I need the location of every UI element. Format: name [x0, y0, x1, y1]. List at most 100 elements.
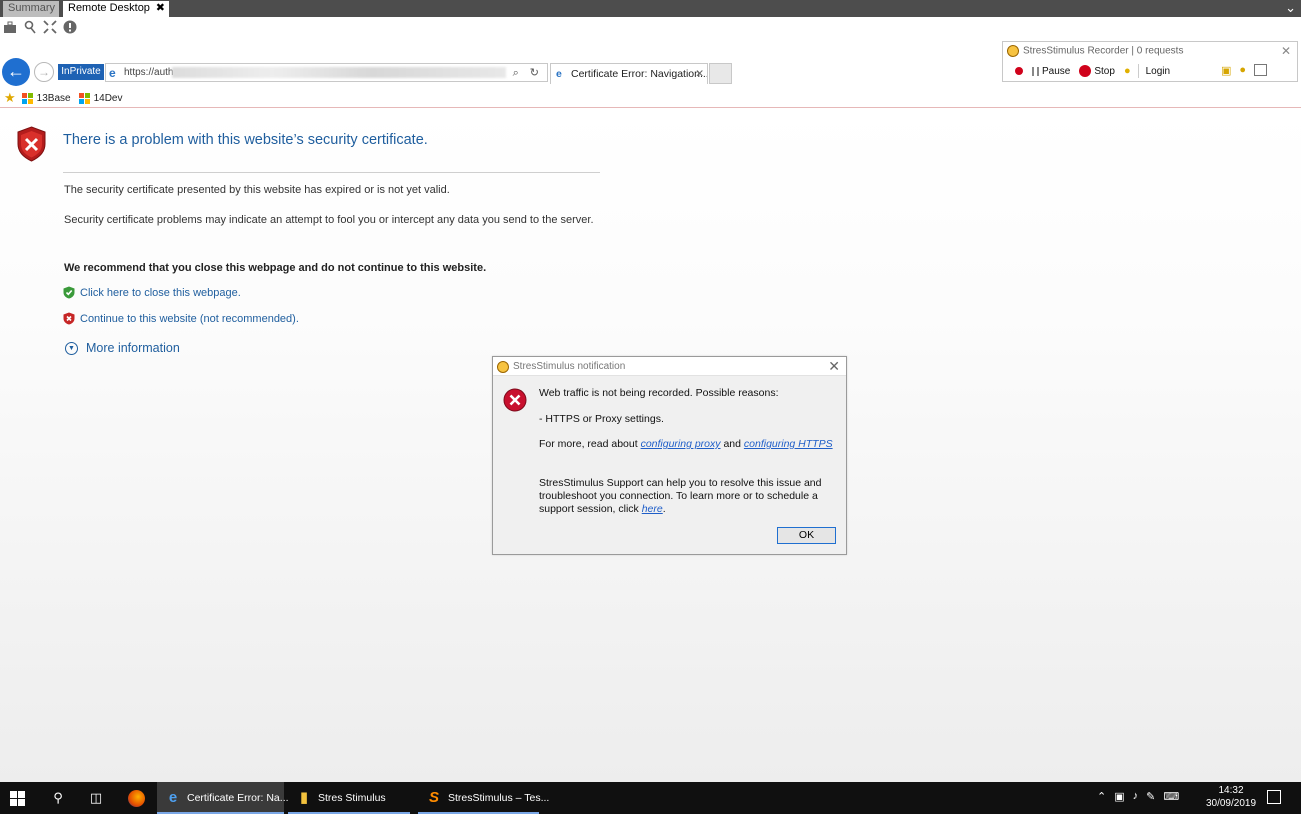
- favorite-14dev[interactable]: 14Dev: [78, 92, 123, 104]
- shield-error-icon: [63, 312, 75, 325]
- clock-date: 30/09/2019: [1205, 798, 1257, 809]
- chevron-down-icon: ▼: [65, 341, 78, 355]
- windows-logo-icon: [78, 92, 90, 104]
- tab-remote-desktop-label: Remote Desktop: [68, 2, 150, 14]
- error-icon: [503, 388, 527, 412]
- toolbar-divider: [1137, 64, 1139, 78]
- login-button[interactable]: Login: [1146, 66, 1170, 77]
- firefox-icon[interactable]: [128, 790, 145, 807]
- close-icon[interactable]: ✕: [828, 358, 840, 375]
- address-bar[interactable]: e https://auth ⌕ ↻: [105, 63, 548, 82]
- forward-button[interactable]: →: [34, 62, 54, 82]
- more-information-toggle[interactable]: ▼ More information: [65, 341, 180, 355]
- favorite-label: 13Base: [36, 92, 71, 104]
- close-icon[interactable]: ✕: [1281, 44, 1291, 58]
- close-tab-icon[interactable]: ✖: [156, 1, 165, 16]
- keyboard-icon[interactable]: ⌨: [1163, 790, 1179, 803]
- windows-start-icon[interactable]: [10, 791, 25, 806]
- chevron-up-icon[interactable]: ⌃: [1097, 790, 1106, 803]
- favorite-label: 14Dev: [93, 92, 123, 104]
- close-webpage-link-text: Click here to close this webpage.: [80, 286, 241, 299]
- browser-tab-title: Certificate Error: Navigation...: [571, 68, 708, 80]
- error-description: The security certificate presented by th…: [64, 184, 450, 196]
- taskbar-app-folder[interactable]: ▮ Stres Stimulus: [288, 782, 410, 814]
- ok-button[interactable]: OK: [777, 527, 836, 544]
- clock[interactable]: 14:32 30/09/2019: [1204, 784, 1258, 810]
- recorder-title-text: StresStimulus Recorder | 0 requests: [1023, 45, 1184, 57]
- task-view-icon[interactable]: ◫: [88, 790, 104, 806]
- pen-icon[interactable]: ✎: [1146, 790, 1155, 803]
- stresstimulus-icon: S: [428, 789, 439, 806]
- new-tab-button[interactable]: [709, 63, 732, 84]
- search-icon[interactable]: ⚲: [50, 790, 66, 806]
- address-url-redacted: [172, 67, 506, 78]
- recorder-title: StresStimulus Recorder | 0 requests: [1007, 45, 1183, 57]
- remote-desktop-tab-strip: Summary Remote Desktop ✖ ⌄: [0, 0, 1301, 17]
- log-icon[interactable]: [1254, 64, 1268, 76]
- taskbar-app-label: Stres Stimulus: [318, 792, 386, 804]
- dialog-reason: - HTTPS or Proxy settings.: [539, 413, 664, 425]
- dialog-titlebar[interactable]: StresStimulus notification ✕: [493, 357, 846, 376]
- toolbox-icon[interactable]: [3, 20, 17, 34]
- taskbar-app-ie[interactable]: e Certificate Error: Na...: [157, 782, 289, 814]
- dialog-text: .: [662, 503, 666, 515]
- remote-desktop-toolbar: [3, 20, 77, 36]
- back-button[interactable]: ←: [2, 58, 30, 86]
- tab-remote-desktop[interactable]: Remote Desktop ✖: [63, 1, 169, 17]
- stop-icon: [1079, 65, 1092, 77]
- dialog-text: StresStimulus Support can help you to re…: [539, 477, 822, 515]
- taskbar: ⚲ ◫ e Certificate Error: Na... ▮ Stres S…: [0, 782, 1301, 814]
- inprivate-badge: InPrivate: [58, 64, 104, 80]
- browser-tab[interactable]: e Certificate Error: Navigation... ✕: [550, 63, 708, 84]
- ie-icon: e: [168, 789, 178, 806]
- tab-summary[interactable]: Summary: [3, 1, 59, 17]
- folder-icon: ▮: [299, 789, 309, 806]
- dialog-message: Web traffic is not being recorded. Possi…: [539, 387, 779, 399]
- close-tab-icon[interactable]: ✕: [695, 64, 704, 84]
- ie-icon: e: [556, 68, 562, 80]
- volume-muted-icon[interactable]: ♪: [1133, 790, 1139, 803]
- recorder-controls: Pause Stop ● Login: [1007, 64, 1170, 78]
- dialog-text: For more, read about: [539, 438, 641, 450]
- dialog-support: StresStimulus Support can help you to re…: [539, 477, 834, 516]
- shield-error-icon: [17, 126, 46, 162]
- network-icon[interactable]: ▣: [1114, 790, 1124, 803]
- info-icon[interactable]: [63, 20, 77, 34]
- recorder-extra-tools: ▣ ●: [1221, 64, 1268, 77]
- record-icon[interactable]: [1015, 67, 1023, 75]
- configuring-proxy-link[interactable]: configuring proxy: [641, 438, 721, 450]
- stresstimulus-recorder-toolbar: StresStimulus Recorder | 0 requests ✕ Pa…: [1002, 41, 1298, 82]
- ie-icon: e: [109, 66, 116, 80]
- favorite-13base[interactable]: 13Base: [21, 92, 71, 104]
- favorites-star-icon[interactable]: ★: [4, 90, 16, 106]
- notification-icon[interactable]: [1267, 790, 1281, 804]
- error-warning: Security certificate problems may indica…: [64, 214, 594, 226]
- dialog-read-more: For more, read about configuring proxy a…: [539, 438, 834, 451]
- close-webpage-link[interactable]: Click here to close this webpage.: [63, 286, 241, 299]
- continue-website-link[interactable]: Continue to this website (not recommende…: [63, 312, 299, 325]
- favorites-bar: ★ 13Base 14Dev: [4, 90, 130, 106]
- fullscreen-icon[interactable]: [43, 20, 57, 34]
- lightbulb-icon[interactable]: ●: [1239, 64, 1246, 77]
- support-here-link[interactable]: here: [642, 503, 663, 515]
- taskbar-app-stresstimulus[interactable]: S StresStimulus – Tes...: [418, 782, 549, 814]
- windows-logo-icon: [21, 92, 33, 104]
- clock-time: 14:32: [1218, 785, 1244, 796]
- configuring-https-link[interactable]: configuring HTTPS: [744, 438, 833, 450]
- lightbulb-icon[interactable]: ●: [1124, 65, 1131, 77]
- chevron-down-icon[interactable]: ⌄: [1285, 0, 1296, 16]
- comment-icon[interactable]: ▣: [1221, 64, 1231, 77]
- continue-website-link-text: Continue to this website (not recommende…: [80, 312, 299, 325]
- more-information-label: More information: [86, 341, 180, 355]
- address-controls[interactable]: ⌕ ↻: [513, 66, 543, 80]
- stresstimulus-notification-dialog: StresStimulus notification ✕ Web traffic…: [492, 356, 847, 555]
- stresstimulus-logo-icon: [1007, 45, 1019, 57]
- pin-icon[interactable]: [23, 20, 37, 34]
- stop-button[interactable]: Stop: [1094, 66, 1115, 77]
- divider: [63, 172, 600, 173]
- dialog-text: and: [720, 438, 744, 450]
- pause-button[interactable]: Pause: [1042, 66, 1070, 77]
- system-tray: ⌃ ▣ ♪ ✎ ⌨: [1097, 790, 1179, 803]
- stresstimulus-logo-icon: [497, 361, 509, 373]
- address-url: https://auth: [124, 67, 174, 78]
